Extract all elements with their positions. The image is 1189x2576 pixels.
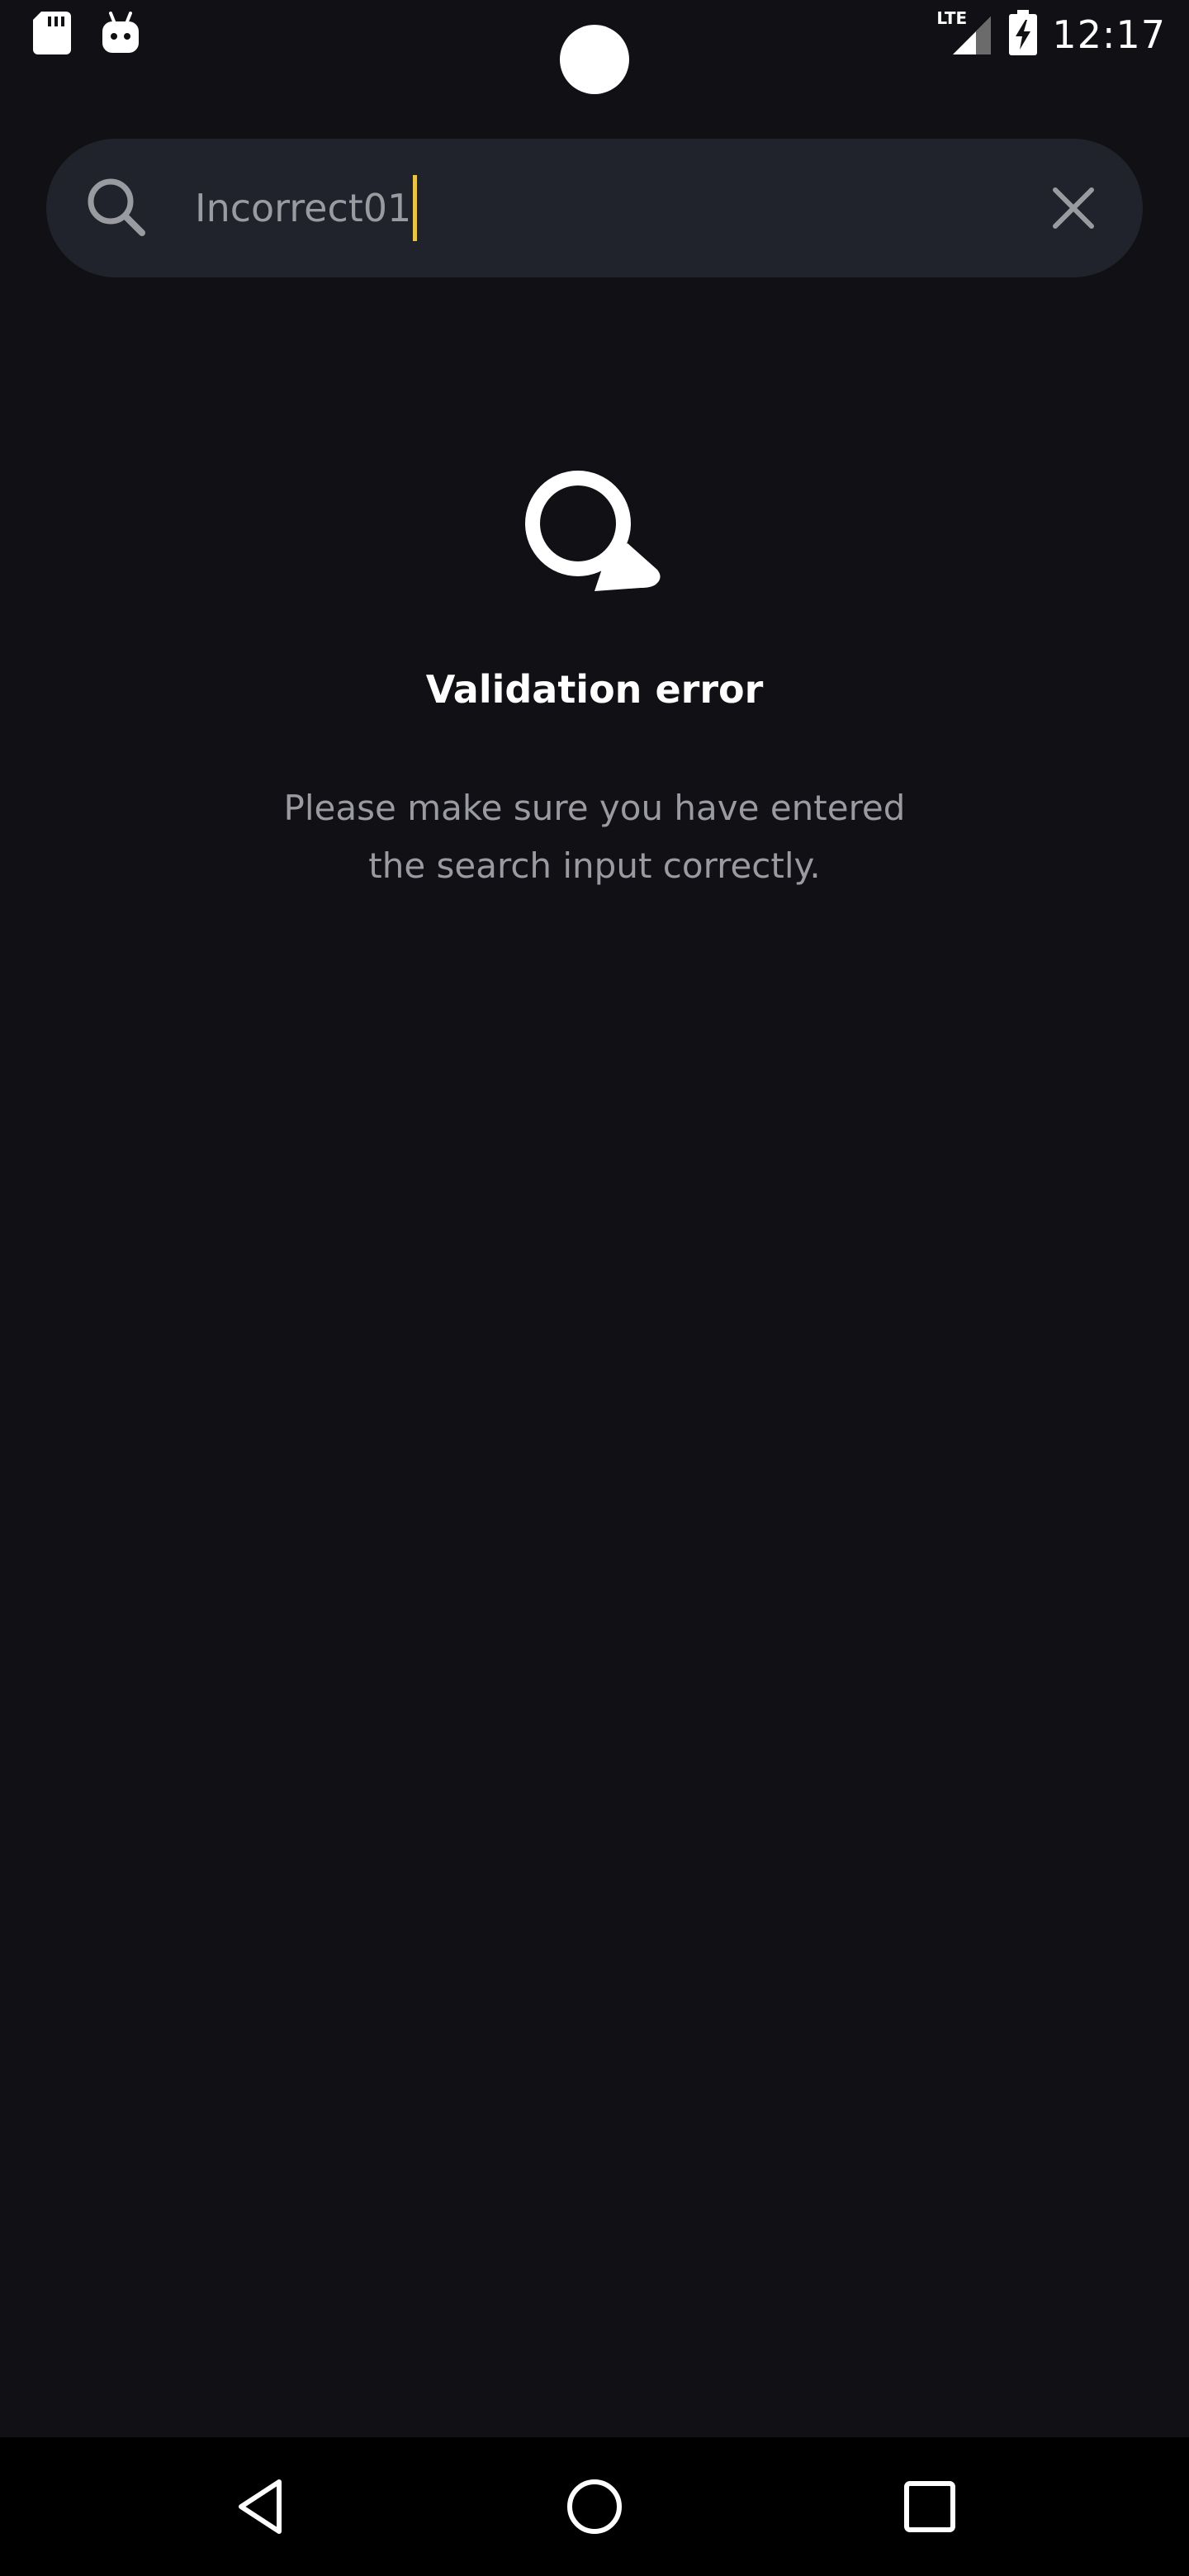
- status-icons: LTE 12:17: [936, 8, 1166, 61]
- state-message-line-2: the search input correctly.: [368, 845, 821, 886]
- state-message-line-1: Please make sure you have entered: [283, 788, 906, 828]
- magnifier-icon: [512, 456, 677, 621]
- search-input[interactable]: Incorrect01: [195, 170, 418, 246]
- network-type-label: LTE: [936, 8, 968, 28]
- android-icon: [101, 12, 140, 58]
- camera-cutout: [560, 25, 629, 94]
- recents-icon[interactable]: [897, 2474, 963, 2540]
- search-icon: [84, 175, 150, 241]
- clock: 12:17: [1052, 12, 1166, 57]
- screen: LTE 12:17 Incorrect01 Validation error P…: [0, 0, 1189, 2576]
- home-icon[interactable]: [561, 2474, 628, 2540]
- battery-charging-icon: [1009, 10, 1038, 59]
- status-bar: LTE 12:17: [0, 0, 1189, 94]
- state-title: Validation error: [425, 667, 764, 712]
- close-icon[interactable]: [1042, 177, 1105, 239]
- cellular-signal-icon: LTE: [936, 8, 994, 58]
- text-caret: [413, 175, 418, 241]
- navigation-bar: [0, 2437, 1189, 2576]
- back-icon[interactable]: [230, 2474, 296, 2540]
- search-input-value: Incorrect01: [195, 186, 412, 230]
- state-message: Please make sure you have entered the se…: [223, 779, 966, 895]
- sd-card-icon: [33, 12, 71, 58]
- search-bar[interactable]: Incorrect01: [46, 139, 1143, 277]
